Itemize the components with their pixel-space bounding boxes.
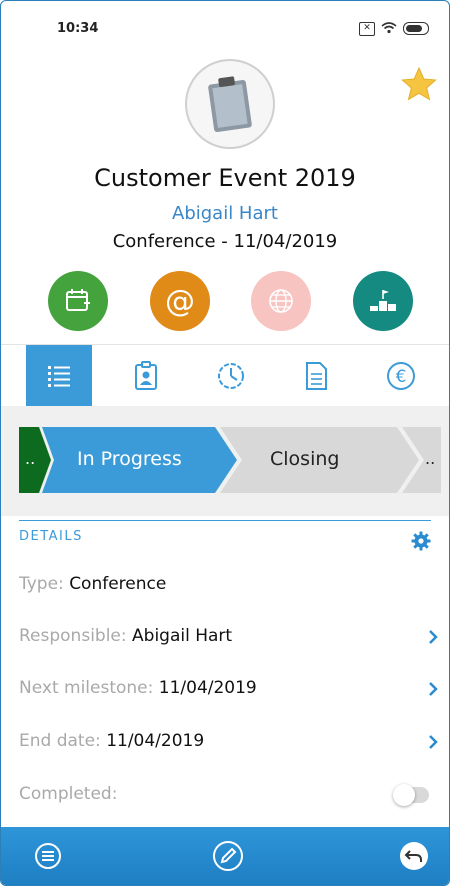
edit-icon bbox=[213, 841, 243, 871]
pipeline-current-label: In Progress bbox=[77, 448, 182, 470]
pipeline-next-label: Closing bbox=[270, 448, 340, 470]
podium-icon bbox=[370, 290, 396, 311]
avatar bbox=[185, 59, 275, 149]
status-time: 10:34 bbox=[57, 21, 99, 36]
chevron-right-icon bbox=[427, 733, 439, 756]
event-type-date: Conference - 11/04/2019 bbox=[112, 231, 338, 252]
edit-button[interactable] bbox=[211, 839, 245, 873]
chevron-right-icon bbox=[427, 680, 439, 703]
completed-key: Completed: bbox=[19, 784, 118, 804]
wifi-icon bbox=[381, 19, 397, 38]
star-icon bbox=[401, 66, 437, 101]
detail-row-end-date[interactable]: End date: 11/04/2019 bbox=[19, 731, 439, 761]
clipboard-icon bbox=[208, 76, 252, 133]
gear-icon bbox=[411, 531, 431, 551]
add-calendar-button[interactable] bbox=[48, 271, 108, 331]
clock-icon bbox=[218, 363, 244, 389]
completed-toggle[interactable] bbox=[393, 784, 429, 806]
milestone-key: Next milestone: bbox=[19, 678, 154, 698]
website-button[interactable] bbox=[251, 271, 311, 331]
end-date-key: End date: bbox=[19, 731, 101, 751]
globe-icon bbox=[269, 289, 293, 313]
menu-button[interactable] bbox=[31, 839, 65, 873]
contact-card-icon bbox=[135, 361, 157, 390]
responsible-link[interactable]: Abigail Hart bbox=[1, 203, 449, 224]
list-icon bbox=[48, 366, 70, 387]
favorite-star-button[interactable] bbox=[399, 65, 439, 105]
pipeline-more-label: .. bbox=[425, 449, 436, 468]
details-header: DETAILS bbox=[19, 520, 431, 555]
pipeline: .. In Progress Closing .. bbox=[19, 427, 441, 493]
end-date-value: 11/04/2019 bbox=[106, 731, 205, 751]
sim-x-icon: ✕ bbox=[359, 21, 375, 36]
calendar-add-icon bbox=[66, 289, 90, 311]
menu-icon bbox=[35, 843, 61, 869]
status-icons: ✕ bbox=[359, 19, 429, 38]
app-frame: 10:34 ✕ Customer Event 2019 Abigail Hart… bbox=[0, 0, 450, 886]
toggle-knob bbox=[393, 784, 415, 806]
pipeline-prev-label: .. bbox=[25, 449, 36, 468]
tab-contacts[interactable] bbox=[113, 345, 179, 407]
detail-row-responsible[interactable]: Responsible: Abigail Hart bbox=[19, 626, 439, 656]
back-button[interactable] bbox=[397, 839, 431, 873]
email-button[interactable]: @ bbox=[150, 271, 210, 331]
tab-details[interactable] bbox=[26, 345, 92, 407]
responsible-key: Responsible: bbox=[19, 626, 127, 646]
type-value: Conference bbox=[69, 574, 167, 594]
svg-text:€: € bbox=[396, 367, 407, 387]
detail-row-type: Type: Conference bbox=[19, 574, 439, 604]
detail-row-completed: Completed: bbox=[19, 784, 439, 814]
euro-icon: € bbox=[387, 362, 415, 390]
status-bar: 10:34 ✕ bbox=[1, 1, 449, 45]
chevron-right-icon bbox=[427, 628, 439, 651]
details-section-label: DETAILS bbox=[19, 529, 83, 544]
responsible-value: Abigail Hart bbox=[132, 626, 233, 646]
bottom-bar bbox=[1, 827, 449, 885]
document-icon bbox=[306, 362, 327, 390]
undo-icon bbox=[400, 842, 428, 870]
tab-timeline[interactable] bbox=[198, 345, 264, 407]
milestone-button[interactable] bbox=[353, 271, 413, 331]
detail-row-milestone[interactable]: Next milestone: 11/04/2019 bbox=[19, 678, 439, 708]
event-title: Customer Event 2019 bbox=[94, 164, 356, 192]
at-sign-icon: @ bbox=[165, 283, 195, 319]
milestone-value: 11/04/2019 bbox=[158, 678, 257, 698]
details-settings-button[interactable] bbox=[411, 531, 431, 555]
tab-documents[interactable] bbox=[283, 345, 349, 407]
tab-bar: € bbox=[1, 344, 449, 407]
quick-actions: @ bbox=[1, 271, 449, 333]
tab-finance[interactable]: € bbox=[368, 345, 434, 407]
battery-icon bbox=[403, 22, 429, 35]
type-key: Type: bbox=[19, 574, 64, 594]
